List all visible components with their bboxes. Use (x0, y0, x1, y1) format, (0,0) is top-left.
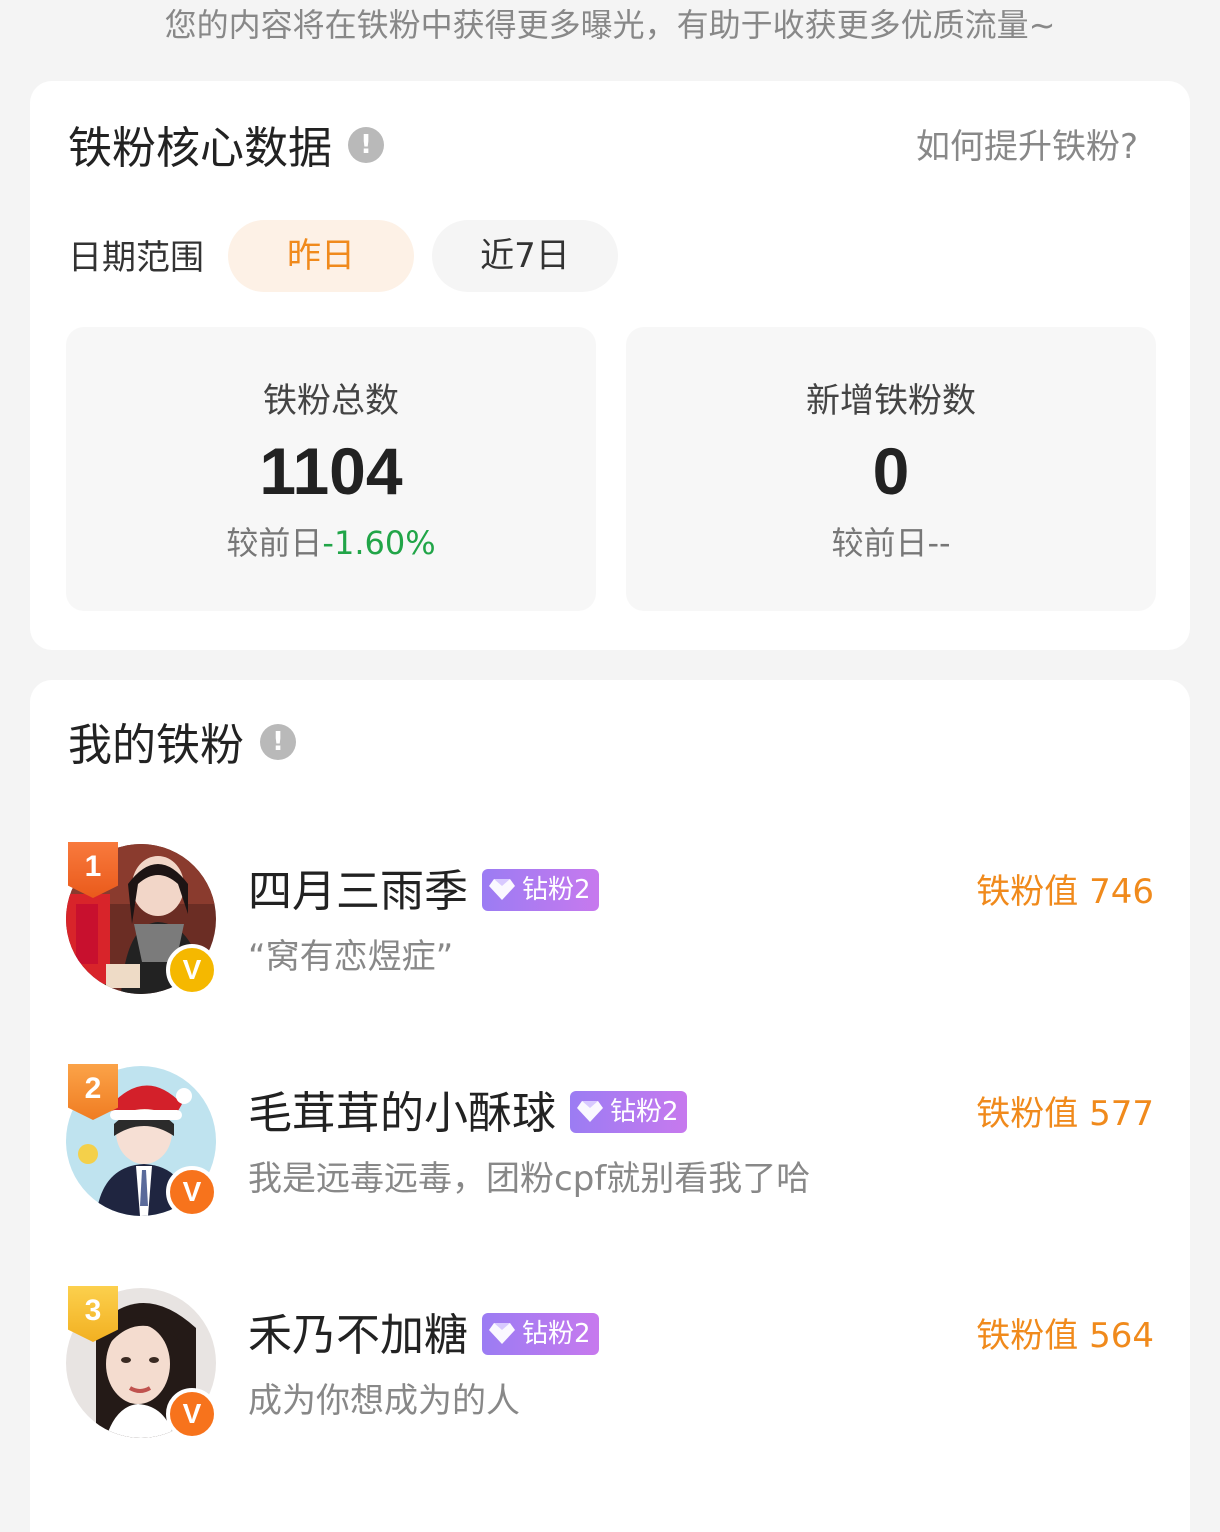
iron-fan-score: 铁粉值 746 (976, 872, 1154, 912)
fan-name[interactable]: 毛茸茸的小酥球 (248, 1084, 556, 1144)
level-label: 钻粉2 (610, 1097, 679, 1127)
date-range-label: 日期范围 (68, 238, 204, 278)
stat-change-value: -- (927, 524, 951, 562)
core-data-title: 铁粉核心数据! (68, 119, 384, 179)
fan-row[interactable]: 1 V 四月三雨季 钻粉2 “窝有恋煜症” 铁粉值 746 (66, 842, 1154, 1004)
avatar[interactable]: 1 V (66, 842, 218, 996)
verified-v-icon: V (166, 944, 218, 996)
stat-change: 较前日-- (626, 519, 1156, 567)
rank-number: 3 (84, 1294, 102, 1327)
stat-change-prefix: 较前日 (831, 524, 928, 562)
diamond-icon (489, 878, 515, 900)
fan-name[interactable]: 四月三雨季 (248, 862, 468, 922)
fan-row[interactable]: 3 V 禾乃不加糖 钻粉2 成为你想成为的人 铁粉值 564 (66, 1286, 1154, 1448)
fan-row[interactable]: 2 V 毛茸茸的小酥球 钻粉2 我是远毒远毒，团粉cpf就别看我了哈 铁粉值 57… (66, 1064, 1154, 1226)
level-label: 钻粉2 (522, 875, 591, 905)
rank-number: 2 (84, 1072, 102, 1105)
avatar[interactable]: 3 V (66, 1286, 218, 1440)
rank-number: 1 (84, 850, 102, 883)
verified-v-icon: V (166, 1388, 218, 1440)
stat-change-value: -1.60% (322, 524, 436, 562)
fan-name-line: 禾乃不加糖 钻粉2 (248, 1306, 599, 1366)
fan-name-line: 毛茸茸的小酥球 钻粉2 (248, 1084, 687, 1144)
how-to-improve-link[interactable]: 如何提升铁粉? (916, 125, 1138, 169)
level-label: 钻粉2 (522, 1319, 591, 1349)
avatar[interactable]: 2 V (66, 1064, 218, 1218)
fan-bio: 我是远毒远毒，团粉cpf就别看我了哈 (248, 1159, 811, 1199)
stat-label: 铁粉总数 (263, 381, 399, 421)
iron-fan-score: 铁粉值 564 (976, 1316, 1154, 1356)
my-iron-fans-card: 我的铁粉! 1 V 四月三雨季 钻粉2 “窝有恋煜症” 铁粉值 746 2 V … (30, 680, 1190, 1532)
tab-yesterday[interactable]: 昨日 (228, 220, 414, 292)
diamond-icon (489, 1322, 515, 1344)
total-iron-fans-stat: 铁粉总数 1104 较前日-1.60% (66, 327, 596, 611)
stat-label: 新增铁粉数 (806, 381, 976, 421)
fan-bio: “窝有恋煜症” (248, 937, 454, 977)
stat-change: 较前日-1.60% (66, 519, 596, 567)
tab-last-7-days[interactable]: 近7日 (432, 220, 618, 292)
my-iron-fans-title-text: 我的铁粉 (68, 720, 244, 771)
fan-bio: 成为你想成为的人 (248, 1381, 520, 1421)
diamond-fan-level-tag: 钻粉2 (570, 1091, 687, 1133)
verified-v-icon: V (166, 1166, 218, 1218)
fan-name[interactable]: 禾乃不加糖 (248, 1306, 468, 1366)
core-data-card: 铁粉核心数据! 如何提升铁粉? 日期范围 昨日 近7日 铁粉总数 1104 较前… (30, 81, 1190, 650)
iron-fan-score: 铁粉值 577 (976, 1094, 1154, 1134)
core-data-title-text: 铁粉核心数据 (68, 123, 332, 174)
info-icon[interactable]: ! (348, 127, 384, 163)
exposure-hint-text: 您的内容将在铁粉中获得更多曝光，有助于收获更多优质流量~ (164, 6, 1056, 44)
stat-value: 1104 (259, 434, 403, 508)
diamond-fan-level-tag: 钻粉2 (482, 869, 599, 911)
stat-change-prefix: 较前日 (226, 524, 323, 562)
stat-value: 0 (872, 434, 910, 508)
my-iron-fans-title: 我的铁粉! (68, 716, 296, 776)
info-icon[interactable]: ! (260, 724, 296, 760)
new-iron-fans-stat: 新增铁粉数 0 较前日-- (626, 327, 1156, 611)
diamond-icon (577, 1100, 603, 1122)
fan-name-line: 四月三雨季 钻粉2 (248, 862, 599, 922)
diamond-fan-level-tag: 钻粉2 (482, 1313, 599, 1355)
